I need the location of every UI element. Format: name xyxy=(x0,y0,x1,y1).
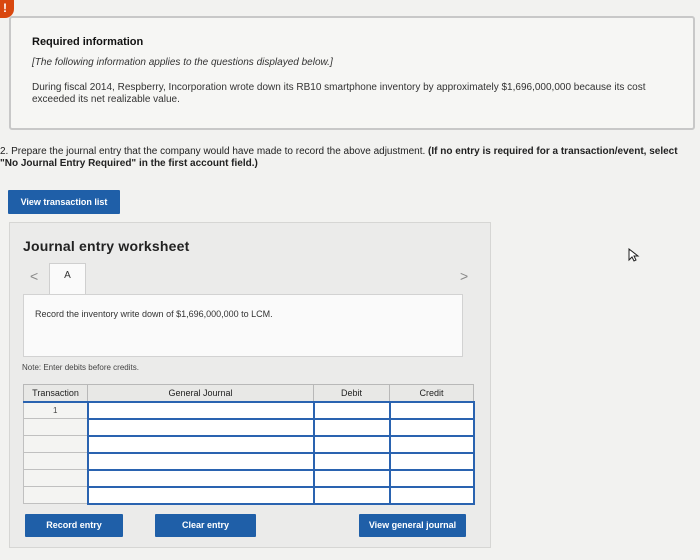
view-transaction-list-button[interactable]: View transaction list xyxy=(8,190,120,214)
transaction-cell xyxy=(23,435,88,453)
account-field[interactable] xyxy=(86,468,315,488)
journal-table: Transaction General Journal Debit Credit… xyxy=(23,384,475,505)
debit-field[interactable] xyxy=(312,417,391,437)
debit-field[interactable] xyxy=(312,485,391,505)
account-field[interactable] xyxy=(86,485,315,505)
debit-field[interactable] xyxy=(312,451,391,471)
mouse-cursor-icon xyxy=(628,248,640,262)
debit-field[interactable] xyxy=(312,434,391,454)
record-entry-button[interactable]: Record entry xyxy=(25,514,123,537)
table-row xyxy=(23,417,475,437)
transaction-cell xyxy=(23,486,88,504)
debits-note: Note: Enter debits before credits. xyxy=(22,363,139,372)
header-transaction: Transaction xyxy=(23,384,88,403)
journal-entry-worksheet: Journal entry worksheet < A > Record the… xyxy=(9,222,491,548)
account-field[interactable] xyxy=(86,451,315,471)
credit-field[interactable] xyxy=(388,434,475,454)
required-information-panel: Required information [The following info… xyxy=(9,16,695,130)
prev-arrow-icon[interactable]: < xyxy=(30,268,38,284)
tab-a[interactable]: A xyxy=(49,263,86,295)
table-row xyxy=(23,451,475,471)
info-heading: Required information xyxy=(32,36,144,48)
record-instruction-text: Record the inventory write down of $1,69… xyxy=(35,309,273,319)
header-debit: Debit xyxy=(313,384,390,403)
credit-field[interactable] xyxy=(388,417,475,437)
account-field[interactable] xyxy=(86,417,315,437)
transaction-cell xyxy=(23,452,88,470)
header-general-journal: General Journal xyxy=(87,384,314,403)
credit-field[interactable] xyxy=(388,468,475,488)
table-row xyxy=(23,468,475,488)
view-general-journal-button[interactable]: View general journal xyxy=(359,514,466,537)
transaction-cell xyxy=(23,418,88,436)
question-text: Prepare the journal entry that the compa… xyxy=(11,146,426,157)
table-row: 1 xyxy=(23,400,475,420)
debit-field[interactable] xyxy=(312,468,391,488)
info-body: During fiscal 2014, Respberry, Incorpora… xyxy=(32,82,646,105)
credit-field[interactable] xyxy=(388,485,475,505)
record-instruction: Record the inventory write down of $1,69… xyxy=(23,294,463,357)
account-field[interactable] xyxy=(86,400,315,420)
credit-field[interactable] xyxy=(388,400,475,420)
question-prompt: 2. Prepare the journal entry that the co… xyxy=(0,146,690,170)
header-credit: Credit xyxy=(389,384,474,403)
transaction-cell: 1 xyxy=(23,401,88,419)
question-number: 2. xyxy=(0,146,9,157)
table-row xyxy=(23,485,475,505)
account-field[interactable] xyxy=(86,434,315,454)
debit-field[interactable] xyxy=(312,400,391,420)
clear-entry-button[interactable]: Clear entry xyxy=(155,514,256,537)
info-applies-note: [The following information applies to th… xyxy=(32,57,333,68)
next-arrow-icon[interactable]: > xyxy=(460,268,468,284)
table-row xyxy=(23,434,475,454)
worksheet-title: Journal entry worksheet xyxy=(23,238,190,254)
credit-field[interactable] xyxy=(388,451,475,471)
transaction-cell xyxy=(23,469,88,487)
